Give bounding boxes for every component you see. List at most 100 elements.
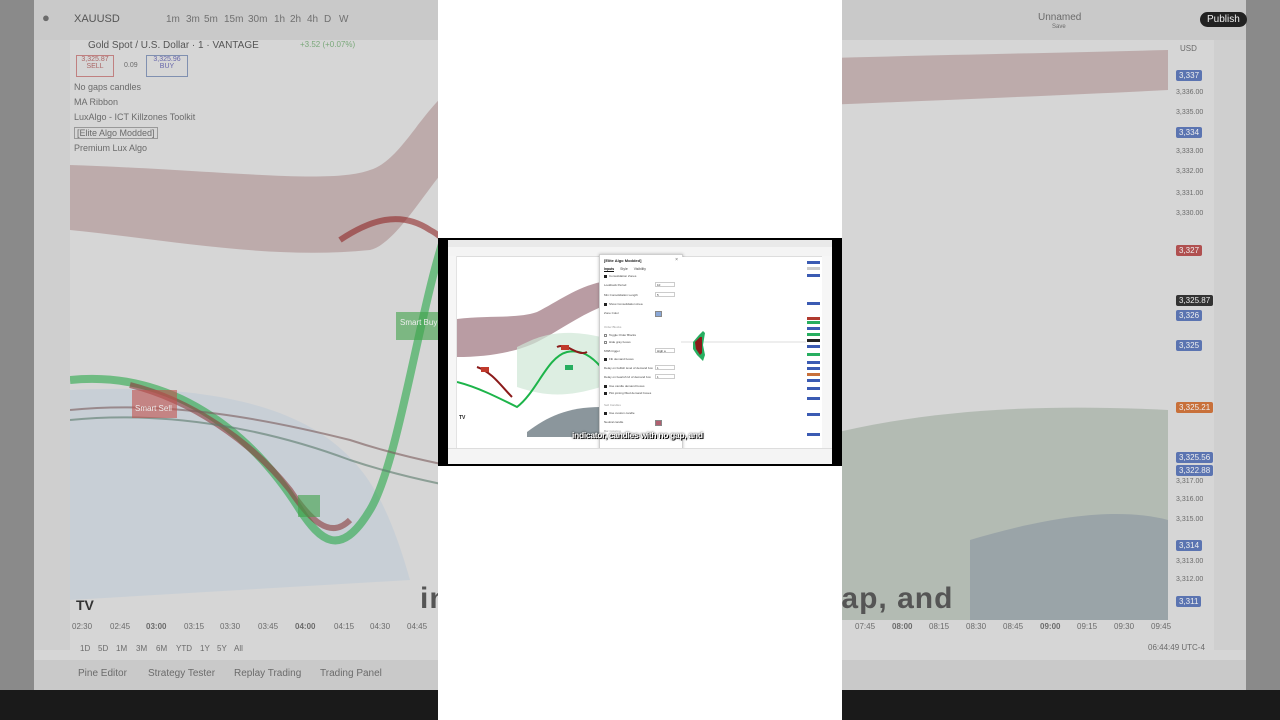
range-button[interactable]: 3M [136, 644, 147, 653]
video-price-axis [806, 257, 822, 437]
video-right-sidebar [822, 256, 832, 448]
indicator-4[interactable]: Premium Lux Algo [74, 143, 147, 153]
price-tag [807, 433, 820, 436]
row-hide-gray-boxes[interactable]: Hide gray boxes [604, 340, 631, 344]
row-label: Delay on bullish level of demand box [604, 366, 653, 370]
tab-trading-panel[interactable]: Trading Panel [320, 668, 382, 679]
tab-inputs[interactable]: Inputs [604, 267, 615, 272]
range-button[interactable]: All [234, 644, 243, 653]
tab-pine-editor[interactable]: Pine Editor [78, 668, 127, 679]
tf-1m[interactable]: 1m [166, 14, 180, 25]
indicator-1[interactable]: MA Ribbon [74, 97, 118, 107]
lookback-input[interactable]: 10 [655, 282, 675, 287]
time-label: 04:15 [334, 622, 355, 631]
min-consolidation-input[interactable]: 5 [655, 292, 675, 297]
range-button[interactable]: YTD [176, 644, 192, 653]
delay-bullish-input[interactable]: 1 [655, 365, 675, 370]
indicator-0[interactable]: No gaps candles [74, 82, 141, 92]
row-label: Lookback Period [604, 283, 627, 287]
price-label: 3,335.00 [1176, 109, 1204, 116]
tf-30m[interactable]: 30m [248, 14, 267, 25]
row-label: Consolidation Zones [609, 274, 637, 278]
row-label: Show Consolidation Area [609, 302, 643, 306]
price-tag [807, 379, 820, 382]
range-button[interactable]: 6M [156, 644, 167, 653]
checkbox[interactable] [604, 302, 607, 306]
sell-button[interactable]: 3,325.87 SELL [76, 55, 114, 77]
frame-bottom [438, 466, 842, 720]
checkbox[interactable] [604, 391, 607, 395]
msb-trigger-select[interactable]: High a [655, 348, 675, 353]
tf-5m[interactable]: 5m [204, 14, 218, 25]
row-label: Neutral candle [604, 420, 624, 424]
buy-marker [298, 495, 320, 517]
neutral-color-swatch[interactable] [655, 420, 662, 426]
row-consolidation-zones[interactable]: Consolidation Zones [604, 274, 636, 278]
checkbox[interactable] [604, 384, 607, 388]
tf-1h[interactable]: 1h [274, 14, 285, 25]
price-tag [807, 333, 820, 336]
tf-d[interactable]: D [324, 14, 331, 25]
tf-2h[interactable]: 2h [290, 14, 301, 25]
price-tag [807, 413, 820, 416]
row-plot-joining[interactable]: Plot joining filled demand boxes [604, 391, 651, 395]
layout-save[interactable]: Save [1052, 24, 1066, 30]
buy-button[interactable]: 3,325.96 BUY [146, 55, 188, 77]
tab-replay-trading[interactable]: Replay Trading [234, 668, 301, 679]
layout-name[interactable]: Unnamed [1038, 12, 1081, 23]
time-label: 04:30 [370, 622, 391, 631]
smart-sell-label: Smart Sell [135, 404, 172, 413]
close-icon[interactable]: × [675, 257, 678, 263]
range-button[interactable]: 5Y [217, 644, 227, 653]
publish-button[interactable]: Publish [1200, 12, 1247, 27]
range-button[interactable]: 5D [98, 644, 108, 653]
tf-3m[interactable]: 3m [186, 14, 200, 25]
price-label: 3,333.00 [1176, 148, 1204, 155]
range-button[interactable]: 1M [116, 644, 127, 653]
row-label: Min Consolidation Length [604, 293, 638, 297]
row-toggle-order-blocks[interactable]: Toggle Order Blocks [604, 333, 636, 337]
section-sell-candles: Sell Candles [604, 403, 621, 407]
range-button[interactable]: 1Y [200, 644, 210, 653]
avatar-icon[interactable]: ● [42, 10, 50, 25]
row-fib-demand[interactable]: Fib demand boxes [604, 357, 634, 361]
row-candle-demand[interactable]: Use candle demand boxes [604, 384, 645, 388]
time-label: 09:00 [1040, 622, 1061, 631]
indicator-2[interactable]: LuxAlgo - ICT Killzones Toolkit [74, 112, 195, 122]
price-label: 3,313.00 [1176, 558, 1204, 565]
video-right-chart [681, 257, 806, 437]
checkbox[interactable] [604, 357, 607, 361]
indicator-3[interactable]: [Elite Algo Modded] [74, 127, 158, 139]
row-delay-bullish: Delay on bullish level of demand box [604, 366, 653, 370]
row-label: Delay on bearish lvl of demand box [604, 375, 651, 379]
time-label: 03:45 [258, 622, 279, 631]
tf-15m[interactable]: 15m [224, 14, 243, 25]
tab-style[interactable]: Style [620, 267, 628, 272]
checkbox[interactable] [604, 340, 607, 344]
instrument-title: Gold Spot / U.S. Dollar · 1 · VANTAGE [88, 40, 259, 51]
checkbox[interactable] [604, 411, 607, 415]
price-tag [807, 373, 820, 376]
row-show-consolidation[interactable]: Show Consolidation Area [604, 302, 643, 306]
range-button[interactable]: 1D [80, 644, 90, 653]
tf-4h[interactable]: 4h [307, 14, 318, 25]
price-tag [807, 317, 820, 320]
row-label: Toggle Order Blocks [609, 333, 637, 337]
zone-color-swatch[interactable] [655, 311, 662, 317]
tf-w[interactable]: W [339, 14, 348, 25]
checkbox[interactable] [604, 333, 607, 337]
symbol-search[interactable]: XAUUSD [74, 13, 120, 25]
video-right-chart-svg [681, 331, 806, 361]
price-label: 3,327 [1176, 245, 1203, 256]
tab-strategy-tester[interactable]: Strategy Tester [148, 668, 215, 679]
price-tag [807, 261, 820, 264]
tab-visibility[interactable]: Visibility [634, 267, 646, 272]
price-tag [807, 339, 820, 342]
row-label: Fib demand boxes [609, 357, 634, 361]
price-label: 3,325 [1176, 340, 1203, 351]
row-label: Use custom candle [609, 411, 635, 415]
delay-bearish-input[interactable]: 1 [655, 374, 675, 379]
row-custom-candle[interactable]: Use custom candle [604, 411, 635, 415]
video-left-toolbar [448, 256, 457, 448]
checkbox[interactable] [604, 274, 607, 278]
